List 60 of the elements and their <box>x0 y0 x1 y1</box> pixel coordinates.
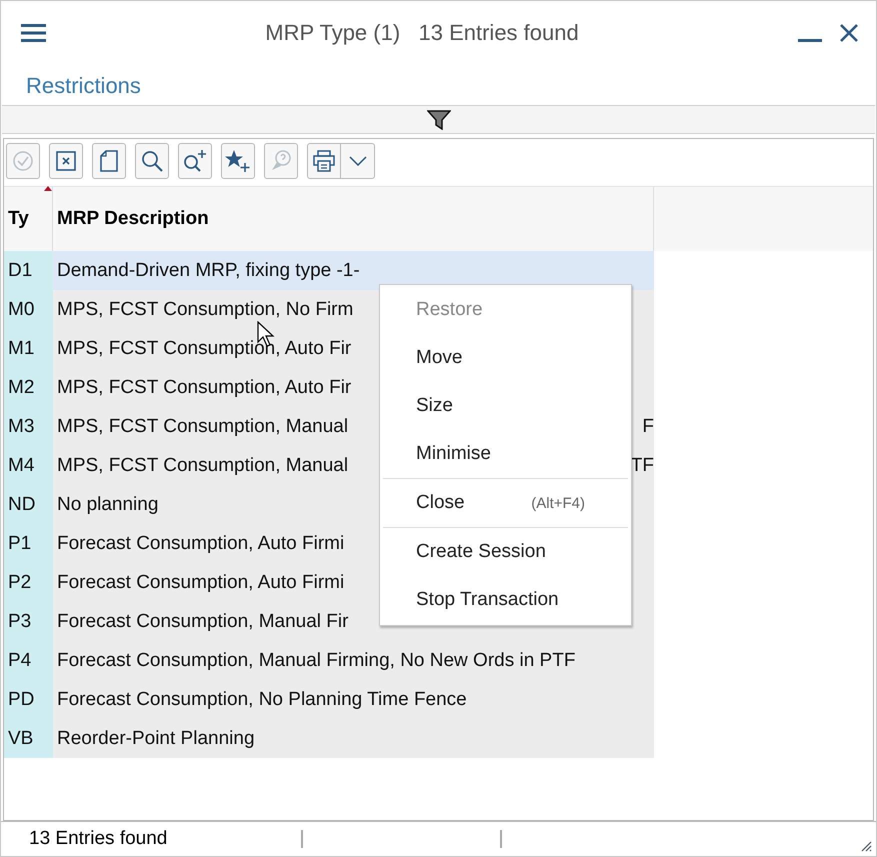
funnel-icon[interactable] <box>426 110 450 130</box>
description-text: F <box>642 416 654 438</box>
description-text: Reorder-Point Planning <box>57 728 255 750</box>
star-plus-icon <box>225 149 251 173</box>
type-cell[interactable]: ND <box>4 485 53 524</box>
type-cell[interactable]: PD <box>4 680 53 719</box>
type-cell[interactable]: M3 <box>4 407 53 446</box>
description-text: MPS, FCST Consumption, Auto Fir <box>57 338 352 360</box>
description-cell[interactable]: Demand-Driven MRP, fixing type -1- <box>53 251 654 290</box>
resize-grip-icon[interactable] <box>860 840 872 852</box>
type-cell[interactable]: M2 <box>4 368 53 407</box>
search-button[interactable] <box>135 143 169 179</box>
search-icon <box>141 150 163 172</box>
sort-indicator-icon <box>44 186 52 191</box>
type-cell[interactable]: P2 <box>4 563 53 602</box>
description-text: Forecast Consumption, Manual Fir <box>57 610 348 632</box>
window-title: MRP Type (1) 13 Entries found <box>264 20 580 46</box>
restrictions-link[interactable]: Restrictions <box>26 73 141 98</box>
cancel-icon <box>56 151 76 171</box>
menu-icon[interactable] <box>21 24 46 42</box>
description-text: MPS, FCST Consumption, Auto Fir <box>57 376 352 398</box>
description-text: Forecast Consumption, Auto Firmi <box>57 532 344 554</box>
description-text: MPS, FCST Consumption, No Firm <box>57 298 354 320</box>
type-cell[interactable]: P3 <box>4 602 53 641</box>
search-plus-button[interactable] <box>178 143 212 179</box>
chevron-down-button[interactable] <box>341 143 375 179</box>
description-text: Forecast Consumption, Manual Firming, No New Ords in PTF <box>57 650 576 672</box>
description-text: Forecast Consumption, No Planning Time Fence <box>57 688 467 710</box>
type-cell[interactable]: VB <box>4 719 53 758</box>
description-cell[interactable]: Reorder-Point Planning <box>53 719 654 758</box>
close-icon[interactable] <box>840 24 858 42</box>
document-button[interactable] <box>92 143 126 179</box>
shortcut-text: (Alt+F4) <box>531 494 585 512</box>
type-cell[interactable]: D1 <box>4 251 53 290</box>
document-icon <box>100 150 118 172</box>
cancel-button[interactable] <box>49 143 83 179</box>
menu-item-row[interactable]: Close (Alt+F4) <box>380 479 631 527</box>
search-plus-icon <box>182 149 208 173</box>
description-text: MPS, FCST Consumption, Manual <box>57 416 348 438</box>
type-cell[interactable]: M0 <box>4 290 53 329</box>
menu-item-label: Close <box>416 492 465 514</box>
description-text: MPS, FCST Consumption, Manual <box>57 454 348 476</box>
type-cell[interactable]: M1 <box>4 329 53 368</box>
minimize-icon[interactable] <box>798 39 822 43</box>
printer-button[interactable] <box>307 143 341 179</box>
status-text: 13 Entries found <box>28 828 168 850</box>
description-text: No planning <box>57 494 158 516</box>
type-cell[interactable]: M4 <box>4 446 53 485</box>
check-icon <box>12 150 34 172</box>
printer-icon <box>313 150 335 172</box>
description-text: Forecast Consumption, Auto Firmi <box>57 572 344 594</box>
star-plus-button[interactable] <box>221 143 255 179</box>
chevron-down-icon <box>348 156 366 166</box>
type-cell[interactable]: P4 <box>4 641 53 680</box>
description-text: Demand-Driven MRP, fixing type -1- <box>57 260 360 282</box>
type-cell[interactable]: P1 <box>4 524 53 563</box>
description-text: TF <box>630 454 654 476</box>
help-icon <box>270 150 292 172</box>
description-cell[interactable]: Forecast Consumption, Manual Firming, No New Ords in PTF <box>53 641 654 680</box>
description-cell[interactable]: Forecast Consumption, No Planning Time Fence <box>53 680 654 719</box>
